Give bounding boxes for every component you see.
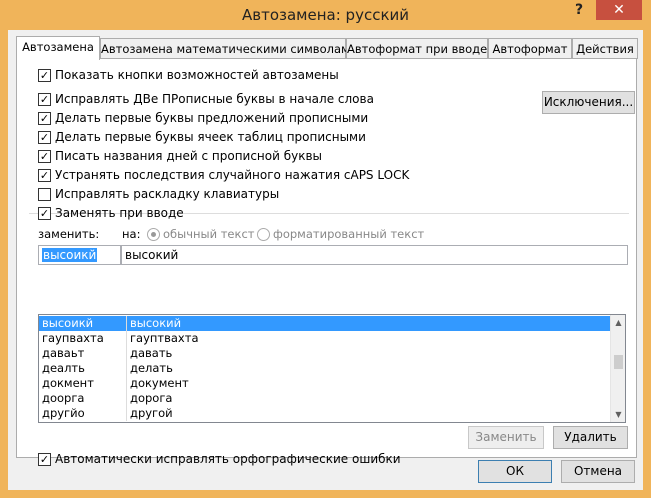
autocorrect-panel: ✓ Показать кнопки возможностей автозамен…: [16, 58, 637, 466]
cancel-button[interactable]: Отмена: [561, 460, 635, 483]
show-buttons-label: Показать кнопки возможностей автозамены: [55, 68, 339, 82]
scroll-up-icon[interactable]: ▲: [611, 315, 625, 330]
list-item[interactable]: деалть делать: [39, 361, 610, 376]
capitalize-days-label: Писать названия дней с прописной буквы: [55, 149, 323, 163]
formatted-text-label: форматированный текст: [273, 227, 425, 241]
fix-caps-lock-label: Устранять последствия случайного нажатия…: [55, 168, 410, 182]
list-item[interactable]: даваьт давать: [39, 346, 610, 361]
checkbox-icon: ✓: [38, 93, 51, 106]
list-item[interactable]: другйо другой: [39, 406, 610, 421]
tab-autocorrect[interactable]: Автозамена: [16, 36, 100, 60]
title-bar: Автозамена: русский ? ✕: [0, 0, 651, 30]
checkbox-icon: [38, 188, 51, 201]
checkbox-icon: ✓: [38, 169, 51, 182]
with-label: на:: [122, 227, 141, 241]
exceptions-button[interactable]: Исключения...: [542, 91, 635, 114]
capitalize-table-cells-label: Делать первые буквы ячеек таблиц прописн…: [55, 130, 366, 144]
formatted-text-radio[interactable]: [257, 228, 270, 241]
replace-input[interactable]: высоикй: [38, 245, 121, 265]
scroll-down-icon[interactable]: ▼: [611, 407, 625, 422]
fix-keyboard-layout-label: Исправлять раскладку клавиатуры: [55, 187, 280, 201]
plain-text-label: обычный текст: [163, 227, 255, 241]
replace-value: высоикй: [42, 248, 98, 262]
checkbox-icon: ✓: [38, 207, 51, 220]
delete-button[interactable]: Удалить: [553, 426, 628, 449]
autocorrect-dialog: Автозамена: русский ? ✕ Автозамена Автоз…: [0, 0, 651, 498]
tab-math-autocorrect[interactable]: Автозамена математическими символами: [100, 38, 357, 59]
close-icon[interactable]: ✕: [596, 0, 642, 20]
checkbox-icon: ✓: [38, 453, 51, 466]
replace-as-you-type-label: Заменять при вводе: [55, 206, 184, 220]
dialog-client: Автозамена Автозамена математическими си…: [8, 30, 643, 490]
plain-text-radio[interactable]: [147, 228, 160, 241]
with-input[interactable]: высокий: [121, 245, 628, 265]
list-item[interactable]: докмент документ: [39, 376, 610, 391]
checkbox-icon: ✓: [38, 69, 51, 82]
fix-two-caps-label: Исправлять ДВе ПРописные буквы в начале …: [55, 92, 374, 106]
ok-button[interactable]: ОК: [478, 460, 552, 483]
window-title: Автозамена: русский: [242, 6, 409, 24]
help-icon[interactable]: ?: [568, 0, 590, 20]
list-item[interactable]: гаупвахта гауптвахта: [39, 331, 610, 346]
checkbox-icon: ✓: [38, 112, 51, 125]
capitalize-sentence-label: Делать первые буквы предложений прописны…: [55, 111, 369, 125]
tab-autoformat[interactable]: Автоформат: [488, 38, 572, 59]
tab-autoformat-as-you-type[interactable]: Автоформат при вводе: [346, 38, 488, 59]
checkbox-icon: ✓: [38, 131, 51, 144]
auto-spelling-label: Автоматически исправлять орфографические…: [55, 452, 401, 466]
checkbox-icon: ✓: [38, 150, 51, 163]
list-item[interactable]: доорга дорога: [39, 391, 610, 406]
list-item[interactable]: высоикй высокий: [39, 316, 610, 331]
tab-actions[interactable]: Действия: [572, 38, 638, 59]
autocorrect-list[interactable]: высоикй высокий гаупвахта гауптвахта даваь…: [38, 314, 626, 423]
scroll-thumb[interactable]: [614, 355, 623, 369]
replace-as-you-type-checkbox[interactable]: ✓ Заменять при вводе: [38, 206, 184, 222]
replace-label: заменить:: [38, 227, 100, 241]
list-scrollbar[interactable]: ▲ ▼: [610, 315, 625, 422]
replace-button[interactable]: Заменить: [468, 426, 544, 449]
